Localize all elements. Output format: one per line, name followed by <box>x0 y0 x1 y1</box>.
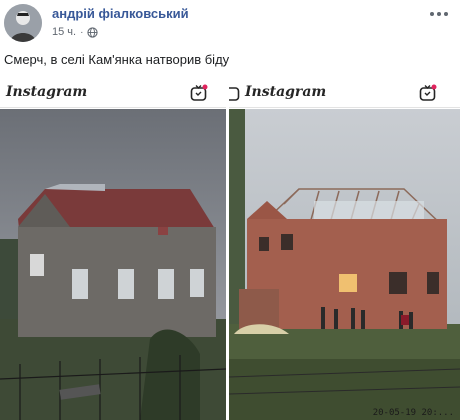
post-meta: 15 ч. · <box>52 26 99 38</box>
instagram-wordmark: Instagram <box>245 84 327 100</box>
instagram-header: Instagram <box>229 80 460 108</box>
igtv-icon <box>190 84 208 101</box>
instagram-wordmark: Instagram <box>6 84 88 100</box>
post-header: андрій фіалковський 15 ч. · <box>0 0 460 44</box>
post-time[interactable]: 15 ч. <box>52 26 76 38</box>
meta-separator: · <box>80 26 84 38</box>
igtv-icon-partial <box>229 87 240 101</box>
post-text: Смерч, в селі Кам'янка натворив біду <box>4 52 230 67</box>
house-photo-damaged-roof <box>0 109 226 420</box>
photo-2[interactable]: Instagram 20-05-19 20:... <box>229 80 460 420</box>
igtv-icon <box>419 84 437 101</box>
more-dots-icon[interactable] <box>430 8 450 20</box>
photo-1[interactable]: Instagram <box>0 80 226 420</box>
globe-icon <box>87 26 99 38</box>
house-photo-roof-frame <box>229 109 460 420</box>
author-name[interactable]: андрій фіалковський <box>52 6 189 21</box>
photo-timestamp: 20-05-19 20:... <box>372 408 454 418</box>
avatar[interactable] <box>4 4 42 42</box>
instagram-header: Instagram <box>0 80 226 108</box>
